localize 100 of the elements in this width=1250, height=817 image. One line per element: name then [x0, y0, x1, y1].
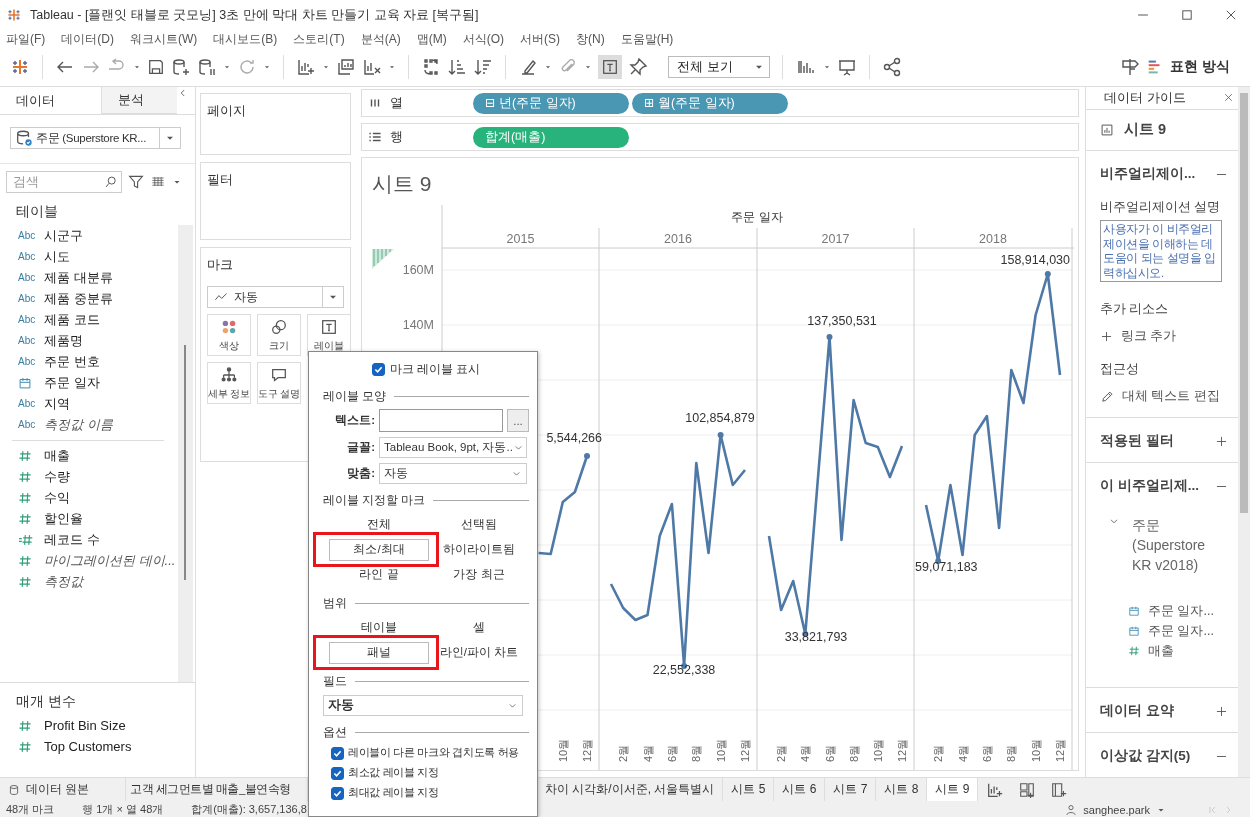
option-item[interactable]: 전체 — [367, 517, 391, 532]
data-label: 33,821,793 — [784, 630, 848, 644]
view-size-select[interactable]: 전체 보기 — [668, 56, 770, 78]
shelf-label: 행 — [390, 128, 403, 146]
field-label: 글꼴: — [346, 440, 375, 455]
field-select[interactable]: 자동 — [323, 695, 523, 716]
menu-item[interactable]: 창(N) — [576, 30, 621, 48]
month-label: 12월 — [1054, 738, 1066, 762]
month-label: 8월 — [690, 744, 703, 762]
marks-button[interactable]: 색상 — [207, 314, 251, 356]
option-item[interactable]: 선택됨 — [461, 517, 497, 532]
option-item[interactable]: 셀 — [473, 620, 485, 635]
font-select[interactable]: Tableau Book, 9pt, 자동.. — [379, 437, 527, 458]
axis-tick-label: 160M — [402, 263, 434, 277]
section-heading: 테이블 — [16, 203, 59, 221]
edit-alt-text-button[interactable]: 대체 텍스트 편집 — [1100, 388, 1228, 405]
option-item[interactable]: 하이라이트됨 — [443, 542, 515, 557]
month-label: 4월 — [641, 744, 654, 762]
month-label: 10월 — [714, 738, 727, 762]
field-name[interactable]: 지역 — [44, 394, 70, 413]
sheet-title: 시트 9 — [371, 171, 433, 197]
marks-button[interactable]: 크기 — [257, 314, 301, 356]
menu-item[interactable]: 서식(O) — [462, 30, 520, 48]
menu-item[interactable]: 도움말(H) — [620, 30, 690, 48]
field-label: 추가 리소스 — [1100, 301, 1170, 318]
section-heading: 비주얼리제이... — [1100, 165, 1196, 183]
section-heading: 매개 변수 — [16, 693, 77, 711]
option-button[interactable]: 최소/최대 — [329, 538, 429, 561]
section-heading: 데이터 요약 — [1100, 702, 1174, 720]
field-name[interactable]: 제품 중분류 — [44, 289, 113, 308]
panel-title: 데이터 가이드 — [1104, 88, 1186, 107]
field-name[interactable]: Top Customers — [44, 739, 132, 754]
field-name[interactable]: 수량 — [44, 467, 70, 486]
menu-item[interactable]: 맵(M) — [416, 30, 463, 48]
field-name[interactable]: 주문 일자 — [44, 373, 100, 392]
field-name[interactable]: 시도 — [44, 247, 70, 266]
datasource-select[interactable]: 주문 (Superstore KR... — [10, 127, 181, 149]
pane-tab[interactable]: 분석 — [101, 87, 177, 114]
field-name[interactable]: 측정값 — [44, 572, 83, 591]
section-heading: 적용된 필터 — [1100, 432, 1174, 450]
more-button[interactable]: ... — [507, 409, 529, 432]
field-name[interactable]: 제품 대분류 — [44, 268, 113, 287]
month-label: 8월 — [847, 744, 860, 762]
month-label: 6월 — [980, 744, 993, 762]
section-heading: 이 비주얼리제... — [1100, 477, 1199, 495]
string-type-icon: Abc — [18, 230, 38, 241]
menu-item[interactable]: 파일(F) — [6, 30, 62, 48]
field-name[interactable]: 할인율 — [44, 509, 83, 528]
field-name[interactable]: 측정값 이름 — [44, 415, 113, 434]
field-name[interactable]: 레코드 수 — [44, 530, 100, 549]
month-label: 10월 — [556, 738, 569, 762]
checkbox-label: 레이블이 다른 마크와 겹치도록 허용 — [348, 746, 519, 760]
option-item[interactable]: 라인/파이 차트 — [439, 645, 519, 660]
month-label: 10월 — [1029, 738, 1042, 762]
field-name[interactable]: 주문 번호 — [44, 352, 100, 371]
month-label: 12월 — [739, 738, 751, 762]
option-item[interactable]: 테이블 — [361, 620, 397, 635]
field-name[interactable]: 시군구 — [44, 226, 83, 245]
menu-item[interactable]: 대시보드(B) — [213, 30, 294, 48]
sheet-tab[interactable]: 시트 9 — [927, 778, 979, 801]
field-name[interactable]: 제품명 — [44, 331, 83, 350]
card-title: 페이지 — [207, 102, 246, 120]
card-title: 필터 — [207, 171, 233, 189]
string-type-icon: Abc — [18, 293, 38, 304]
year-header: 2015 — [506, 232, 535, 246]
marks-button[interactable]: 세부 정보 — [207, 362, 251, 404]
menu-item[interactable]: 데이터(D) — [61, 30, 130, 48]
search-field[interactable]: 검색 — [6, 171, 122, 193]
status-text: 48개 마크 — [6, 802, 55, 817]
field-name[interactable]: 매출 — [44, 446, 70, 465]
menu-item[interactable]: 스토리(T) — [293, 30, 361, 48]
checkbox-label: 마크 레이블 표시 — [389, 362, 481, 377]
data-label: 59,071,183 — [915, 560, 978, 574]
menu-item[interactable]: 분석(A) — [360, 30, 417, 48]
show-me-button[interactable]: 표현 방식 — [1146, 58, 1230, 76]
option-button[interactable]: 패널 — [329, 641, 429, 664]
description-field[interactable]: 사용자가 이 비주얼리제이션을 이해하는 데 도움이 되는 설명을 입력하십시오. — [1100, 220, 1222, 282]
menu-item[interactable]: 서버(S) — [520, 30, 576, 48]
add-link-button[interactable]: 링크 추가 — [1100, 328, 1228, 345]
data-label: 102,854,879 — [685, 411, 755, 425]
field-name[interactable]: 수익 — [44, 488, 70, 507]
field-name[interactable]: 제품 코드 — [44, 310, 100, 329]
field-name[interactable]: 마이그레이션된 데이... — [44, 551, 176, 570]
month-label: 4월 — [956, 744, 969, 762]
option-item[interactable]: 가장 최근 — [453, 567, 505, 582]
mark-type-select[interactable]: 자동 — [207, 286, 344, 308]
card-title: 마크 — [207, 256, 233, 274]
axis-tick-label: 140M — [402, 318, 434, 332]
section-heading: 레이블 지정할 마크 — [323, 492, 426, 508]
marks-button[interactable]: 도구 설명 — [257, 362, 301, 404]
string-type-icon: Abc — [18, 356, 38, 367]
alignment-select[interactable]: 자동 — [379, 463, 527, 484]
field-name[interactable]: Profit Bin Size — [44, 718, 126, 733]
data-label: 158,914,030 — [1000, 253, 1070, 267]
menu-item[interactable]: 워크시트(W) — [130, 30, 214, 48]
option-item[interactable]: 라인 끝 — [359, 567, 399, 582]
user-menu[interactable]: sanghee.park — [1065, 803, 1166, 816]
field-name: 매출 — [1148, 642, 1174, 660]
string-type-icon: Abc — [18, 335, 38, 346]
status-text: 합계(매출): 3,657,136,8 — [191, 802, 307, 817]
